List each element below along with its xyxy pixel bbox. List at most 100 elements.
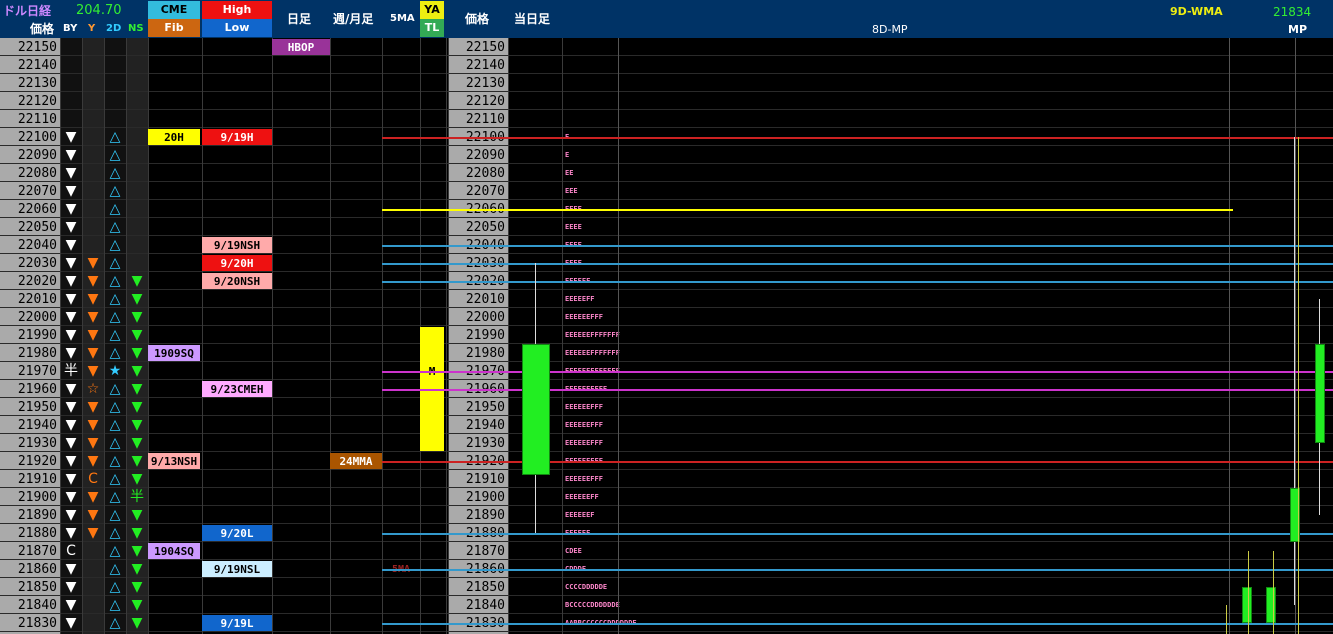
ladder-row: 22020 ▼ ▼ △ ▼ 22020 EEEEFF xyxy=(0,272,1333,290)
mp-profile-row: EEEEEEF xyxy=(565,511,595,519)
by-marker xyxy=(60,38,82,56)
price-ladder: 22150 22150 22140 22140 22130 22130 22120 22120… xyxy=(0,38,1333,634)
price2-cell: 21990 xyxy=(465,327,505,343)
ladder-row: 21960 ▼ ☆ △ ▼ 21960 EEEEEEFFFF xyxy=(0,380,1333,398)
by-marker: ▼ xyxy=(65,381,77,397)
ns-marker: ▼ xyxy=(131,291,143,307)
y-marker: C xyxy=(88,471,98,487)
price-cell: 21900 xyxy=(17,489,57,505)
ns-marker: ▼ xyxy=(131,561,143,577)
y-marker xyxy=(82,218,104,236)
2d-marker: △ xyxy=(109,471,121,487)
ladder-row: 21850 ▼ △ ▼ 21850 CCCCDDDDDE xyxy=(0,578,1333,596)
2d-marker: △ xyxy=(109,381,121,397)
2d-marker: △ xyxy=(109,201,121,217)
2d-marker: △ xyxy=(109,543,121,559)
price-cell: 22020 xyxy=(17,273,57,289)
mp-profile-row: EEEE xyxy=(565,223,582,231)
y-marker xyxy=(82,542,104,560)
price2-cell: 22140 xyxy=(465,57,505,73)
by-marker: ▼ xyxy=(65,453,77,469)
ns-marker xyxy=(126,236,148,254)
by-marker: ▼ xyxy=(65,399,77,415)
by-marker: ▼ xyxy=(65,561,77,577)
price-cell: 22150 xyxy=(17,39,57,55)
ladder-row: 22150 22150 xyxy=(0,38,1333,56)
by-marker: ▼ xyxy=(65,345,77,361)
2d-marker: △ xyxy=(109,219,121,235)
ns-marker xyxy=(126,146,148,164)
ns-marker: ▼ xyxy=(131,345,143,361)
price2-cell: 22150 xyxy=(465,39,505,55)
by-marker: ▼ xyxy=(65,255,77,271)
ladder-row: 22080 ▼ △ 22080 EE xyxy=(0,164,1333,182)
ns-marker xyxy=(126,56,148,74)
by-marker: ▼ xyxy=(65,471,77,487)
price-cell: 21990 xyxy=(17,327,57,343)
high-header: High xyxy=(202,1,272,19)
y-marker xyxy=(82,614,104,632)
2d-marker: △ xyxy=(109,129,121,145)
2d-marker xyxy=(104,110,126,128)
2d-marker: ★ xyxy=(108,363,122,379)
mp-profile-row: EEEEFF xyxy=(565,277,591,285)
price-cell: 22050 xyxy=(17,219,57,235)
2d-marker: △ xyxy=(109,417,121,433)
2d-marker: △ xyxy=(109,615,121,631)
price2-cell: 21960 xyxy=(465,381,505,397)
2d-marker: △ xyxy=(109,345,121,361)
y-marker xyxy=(82,56,104,74)
2d-marker: △ xyxy=(109,327,121,343)
price-cell: 22100 xyxy=(17,129,57,145)
y-marker: ▼ xyxy=(87,507,99,523)
y-marker: ▼ xyxy=(87,435,99,451)
price-cell: 21840 xyxy=(17,597,57,613)
by-marker: ▼ xyxy=(65,615,77,631)
by-marker xyxy=(60,56,82,74)
ns-marker xyxy=(126,110,148,128)
mp-profile-row: EEEEEFF xyxy=(565,295,595,303)
price2-cell: 22110 xyxy=(465,111,505,127)
2d-marker: △ xyxy=(109,597,121,613)
ladder-row: 22030 ▼ ▼ △ 22030 EEEF xyxy=(0,254,1333,272)
2d-marker: △ xyxy=(109,507,121,523)
price-cell: 22140 xyxy=(17,57,57,73)
price-cell: 21940 xyxy=(17,417,57,433)
y-marker xyxy=(82,200,104,218)
price2-cell: 21930 xyxy=(465,435,505,451)
price2-cell: 22080 xyxy=(465,165,505,181)
y-marker xyxy=(82,74,104,92)
2d-marker: △ xyxy=(109,165,121,181)
price-cell: 21960 xyxy=(17,381,57,397)
price2-cell: 22090 xyxy=(465,147,505,163)
price2-cell: 22120 xyxy=(465,93,505,109)
mp-title: 8D-MP xyxy=(872,23,908,36)
ns-marker: ▼ xyxy=(131,453,143,469)
by-marker: ▼ xyxy=(65,237,77,253)
ladder-row: 22000 ▼ ▼ △ ▼ 22000 EEEEEEFFF xyxy=(0,308,1333,326)
col-ns-header: NS xyxy=(128,23,144,34)
mp-profile-row: EEEEEEFFF xyxy=(565,439,603,447)
price2-cell: 22060 xyxy=(465,201,505,217)
2d-marker: △ xyxy=(109,453,121,469)
2d-marker: △ xyxy=(109,255,121,271)
price-cell: 21930 xyxy=(17,435,57,451)
wma-value: 21834 xyxy=(1273,5,1312,19)
price2-cell: 21900 xyxy=(465,489,505,505)
price-cell: 21980 xyxy=(17,345,57,361)
ns-marker: ▼ xyxy=(131,435,143,451)
mp-profile-row: EEEEEEFFF xyxy=(565,457,603,465)
mp-profile-row: EEEEEEFFF xyxy=(565,403,603,411)
mp-profile-row: E xyxy=(565,151,570,159)
y-marker: ▼ xyxy=(87,273,99,289)
ladder-row: 22100 ▼ △ 22100 E xyxy=(0,128,1333,146)
fib-header: Fib xyxy=(148,19,200,37)
2d-marker xyxy=(104,92,126,110)
y-marker xyxy=(82,596,104,614)
ladder-row: 21940 ▼ ▼ △ ▼ 21940 EEEEEEFFF xyxy=(0,416,1333,434)
ladder-row: 22120 22120 xyxy=(0,92,1333,110)
by-marker xyxy=(60,110,82,128)
ladder-row: 21870 C △ ▼ 21870 CDEE xyxy=(0,542,1333,560)
price2-cell: 22000 xyxy=(465,309,505,325)
price-cell: 22040 xyxy=(17,237,57,253)
